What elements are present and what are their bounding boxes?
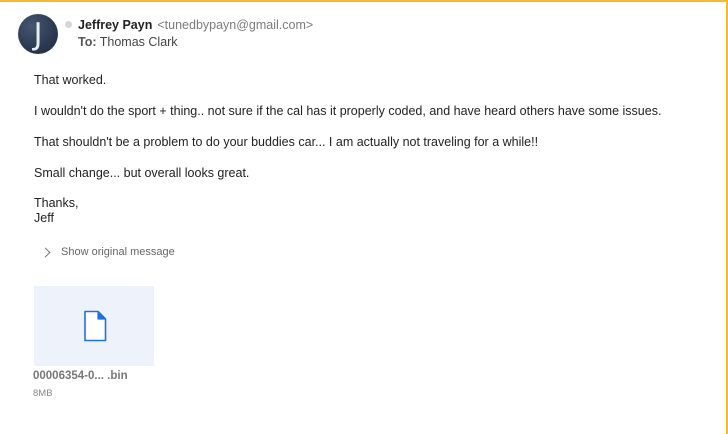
show-original-label: Show original message (61, 246, 175, 258)
avatar-letter: J (33, 17, 43, 52)
message-paragraph: That worked. (34, 73, 107, 87)
attachment-card[interactable] (34, 286, 154, 366)
presence-dot-icon (65, 21, 72, 28)
signature-name: Jeff (34, 211, 54, 225)
signoff: Thanks, (34, 196, 79, 210)
show-original-toggle[interactable]: Show original message (40, 246, 175, 258)
sender-row: Jeffrey Payn <tunedbypayn@gmail.com> (65, 16, 313, 33)
message-paragraph: I wouldn't do the sport + thing.. not su… (34, 104, 662, 118)
file-icon (84, 310, 107, 342)
chevron-right-icon (40, 247, 51, 257)
sender-name[interactable]: Jeffrey Payn (78, 18, 152, 32)
to-label: To: (78, 35, 97, 49)
message-header: Jeffrey Payn <tunedbypayn@gmail.com> To:… (65, 16, 313, 49)
recipient-row: To: Thomas Clark (78, 35, 313, 49)
recipient-name[interactable]: Thomas Clark (100, 35, 178, 49)
email-message-pane: J Jeffrey Payn <tunedbypayn@gmail.com> T… (0, 0, 728, 434)
sender-email[interactable]: <tunedbypayn@gmail.com> (157, 18, 313, 32)
avatar[interactable]: J (18, 14, 58, 54)
attachment-size: 8MB (33, 388, 53, 399)
signature-block: Thanks, Jeff (34, 196, 714, 226)
attachment-name[interactable]: 00006354-0... .bin (33, 370, 128, 382)
message-body: That worked. I wouldn't do the sport + t… (34, 72, 714, 226)
message-paragraph: Small change... but overall looks great. (34, 166, 250, 180)
message-paragraph: That shouldn't be a problem to do your b… (34, 135, 539, 149)
